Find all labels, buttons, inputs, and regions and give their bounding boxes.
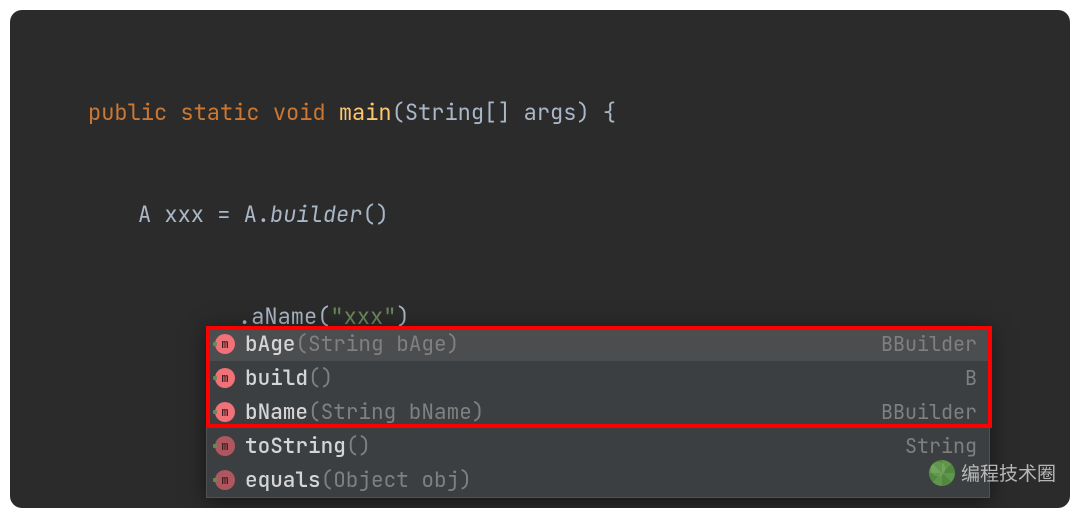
keyword-public: public	[88, 98, 167, 127]
code-line-2[interactable]: A xxx = A.builder()	[10, 198, 1070, 232]
parens-1: ()	[362, 200, 388, 229]
completion-label: bName(String bName)	[245, 399, 881, 426]
completion-item-toString[interactable]: m toString()String	[207, 429, 989, 463]
method-name-main: main	[339, 98, 392, 127]
method-icon: m	[215, 402, 235, 422]
completion-item-bAge[interactable]: m bAge(String bAge)BBuilder	[207, 327, 989, 361]
completion-return-type: String	[905, 433, 977, 459]
method-icon: m	[215, 436, 235, 456]
code-line-1[interactable]: public static void main(String[] args) {	[10, 96, 1070, 130]
completion-item-build[interactable]: m build()B	[207, 361, 989, 395]
keyword-void: void	[273, 98, 326, 127]
watermark-text: 编程技术圈	[961, 459, 1056, 486]
wechat-icon	[929, 460, 955, 486]
completion-return-type: BBuilder	[881, 331, 977, 357]
builder-call-1: builder	[270, 200, 362, 229]
completion-label: build()	[245, 365, 965, 392]
params-main: (String[] args) {	[392, 98, 616, 127]
completion-item-equals[interactable]: m equals(Object obj)	[207, 463, 989, 497]
completion-label: toString()	[245, 433, 905, 460]
code-completion-popup[interactable]: mbAge(String bAge)BBuildermbuild()BmbNam…	[206, 326, 990, 498]
completion-label: equals(Object obj)	[245, 467, 977, 494]
code-editor[interactable]: { "code": { "line1": { "kw1": "public", …	[10, 10, 1070, 508]
code-line-5[interactable]: .build();	[10, 504, 1070, 508]
completion-item-bName[interactable]: m bName(String bName)BBuilder	[207, 395, 989, 429]
completion-label: bAge(String bAge)	[245, 331, 881, 358]
completion-return-type: B	[965, 365, 977, 391]
keyword-static: static	[180, 98, 259, 127]
method-icon: m	[215, 368, 235, 388]
method-icon: m	[215, 334, 235, 354]
build-call: .build();	[238, 504, 357, 508]
code-a-decl: A xxx = A.	[138, 200, 270, 229]
method-icon: m	[215, 470, 235, 490]
watermark: 编程技术圈	[929, 459, 1056, 486]
completion-return-type: BBuilder	[881, 399, 977, 425]
